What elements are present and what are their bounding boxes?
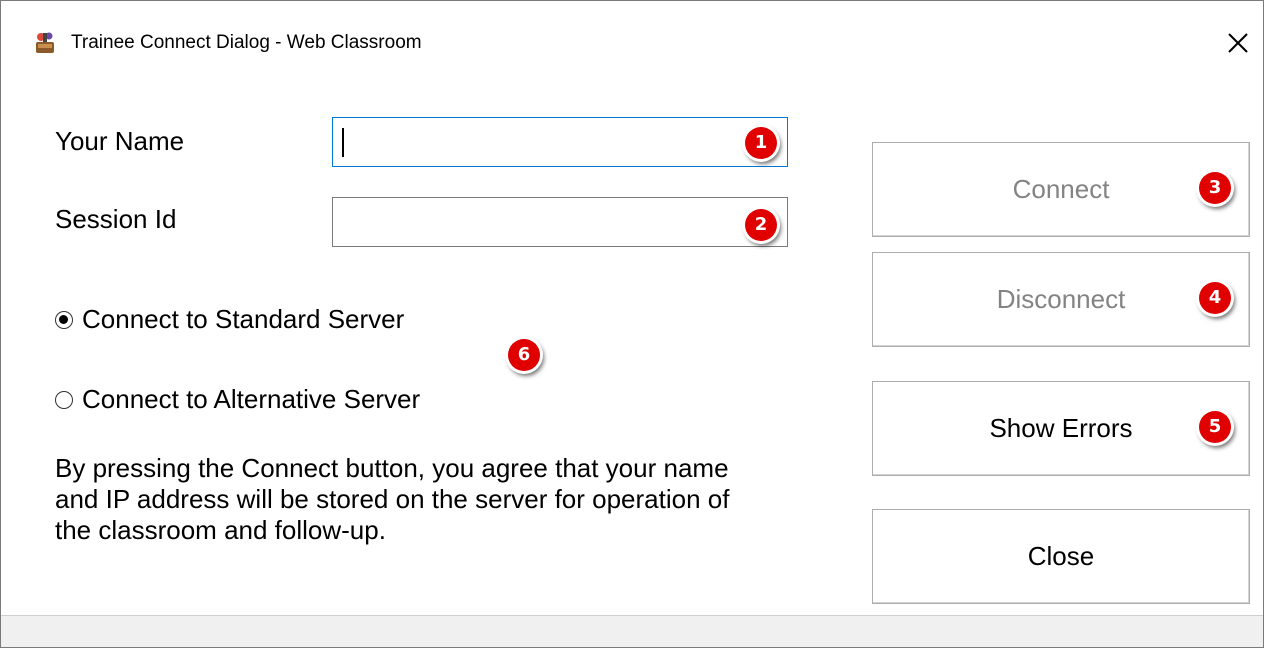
your-name-input[interactable] — [332, 117, 788, 167]
radio-alternative-label: Connect to Alternative Server — [82, 384, 421, 414]
consent-text: By pressing the Connect button, you agre… — [55, 453, 730, 545]
trainee-connect-dialog: Trainee Connect Dialog - Web Classroom Y… — [0, 0, 1264, 648]
text-caret — [342, 128, 344, 157]
callout-badge-6: 6 — [508, 339, 540, 371]
radio-standard-label: Connect to Standard Server — [82, 304, 405, 334]
callout-badge-4: 4 — [1199, 282, 1231, 314]
close-icon[interactable] — [1223, 28, 1253, 58]
show-errors-button[interactable]: Show Errors — [872, 381, 1250, 476]
your-name-label: Your Name — [55, 126, 185, 156]
radio-standard-server[interactable]: Connect to Standard Server — [55, 304, 404, 335]
radio-button-selected[interactable] — [55, 310, 73, 329]
radio-button-unselected[interactable] — [55, 390, 73, 409]
footer-bar — [1, 616, 1263, 647]
connect-button[interactable]: Connect — [872, 142, 1250, 237]
window-title: Trainee Connect Dialog - Web Classroom — [71, 32, 422, 53]
session-id-input[interactable] — [332, 197, 788, 247]
callout-badge-3: 3 — [1199, 172, 1231, 204]
callout-badge-5: 5 — [1199, 411, 1231, 443]
title-bar: Trainee Connect Dialog - Web Classroom — [1, 1, 1263, 85]
radio-alternative-server[interactable]: Connect to Alternative Server — [55, 384, 420, 415]
close-button[interactable]: Close — [872, 509, 1250, 604]
disconnect-button[interactable]: Disconnect — [872, 252, 1250, 347]
session-id-label: Session Id — [55, 204, 177, 234]
callout-badge-2: 2 — [745, 209, 777, 241]
app-icon — [36, 32, 54, 53]
callout-badge-1: 1 — [745, 127, 777, 159]
